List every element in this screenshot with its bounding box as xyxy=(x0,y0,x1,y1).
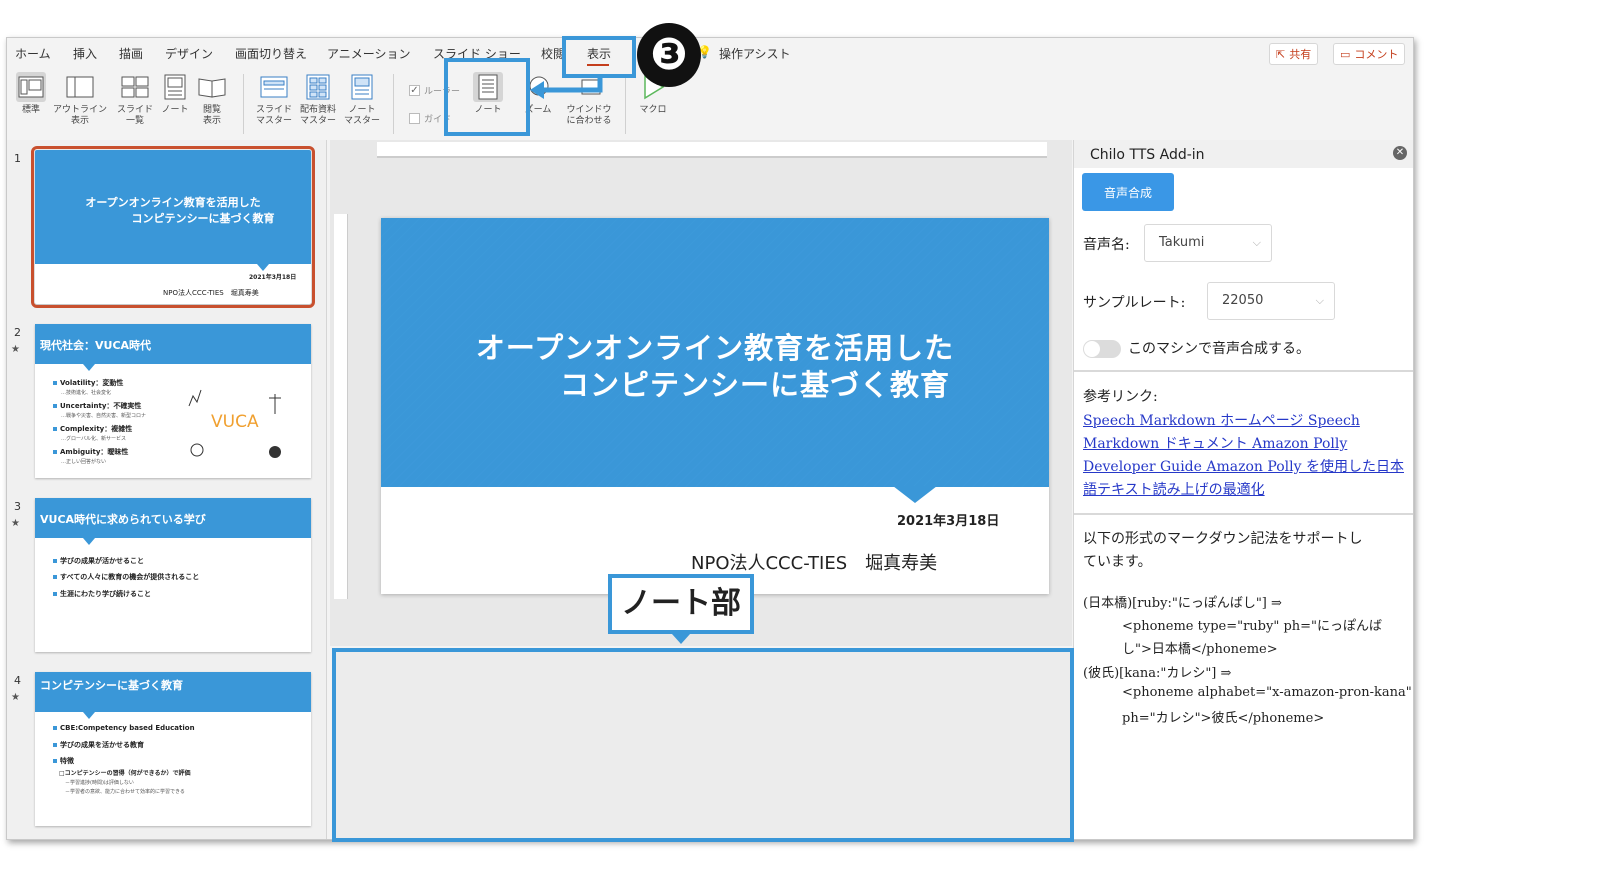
chevron-down-icon: ⌵ xyxy=(1252,236,1261,249)
share-icon: ⇱ xyxy=(1276,47,1286,61)
slide-sorter-icon xyxy=(120,72,150,102)
notes-page-button[interactable]: ノート xyxy=(159,72,191,116)
description-line: ています。 xyxy=(1083,554,1152,570)
slide-presenter: NPO法人CCC-TIES 堀真寿美 xyxy=(691,553,938,574)
share-button[interactable]: ⇱ 共有 xyxy=(1269,43,1319,65)
outline-view-icon xyxy=(65,72,95,102)
tab-animations[interactable]: アニメーション xyxy=(327,45,411,62)
normal-view-button[interactable]: 標準 xyxy=(13,72,49,116)
reference-link[interactable]: Markdown ドキュメント Amazon Polly xyxy=(1083,433,1347,453)
notes-page-icon xyxy=(160,72,190,102)
toggle-label: このマシンで音声合成する。 xyxy=(1128,341,1310,357)
example-2-output: <phoneme alphabet="x-amazon-pron-kana" xyxy=(1122,685,1412,700)
divider xyxy=(1074,513,1413,515)
reading-view-icon xyxy=(197,72,227,102)
description-line: 以下の形式のマークダウン記法をサポートし xyxy=(1083,531,1363,547)
notes-master-button[interactable]: ノート マスター xyxy=(341,72,383,127)
handout-master-button[interactable]: 配布資料 マスター xyxy=(297,72,339,127)
tab-insert[interactable]: 挿入 xyxy=(73,45,97,62)
local-synthesis-toggle[interactable] xyxy=(1083,340,1121,358)
slide-thumbnail-panel: 1 オープンオンライン教育を活用した コンピテンシーに基づく教育 2021年3月… xyxy=(7,140,327,839)
slide-number: 3 xyxy=(14,500,21,513)
vuca-illustration xyxy=(188,389,281,458)
links-label: 参考リンク: xyxy=(1083,389,1158,405)
slide-title-line-2: コンピテンシーに基づく教育 xyxy=(559,368,950,402)
slide-number: 1 xyxy=(14,152,21,165)
example-2-output: ph="カレシ">彼氏</phoneme> xyxy=(1122,711,1325,726)
reference-link[interactable]: Speech Markdown ホームページ Speech xyxy=(1083,410,1360,430)
slide-number: 4 xyxy=(14,674,21,687)
close-icon[interactable]: ✕ xyxy=(1393,146,1407,160)
label-pointer xyxy=(672,634,690,644)
reference-link[interactable]: 語テキスト読み上げの最適化 xyxy=(1083,479,1265,499)
example-1-output: し">日本橋</phoneme> xyxy=(1122,642,1278,657)
addin-task-pane: Chilo TTS Add-in ✕ 音声合成 音声名: Takumi ⌵ サンプ… xyxy=(1073,140,1413,839)
slide-date: 2021年3月18日 xyxy=(897,514,1000,529)
notes-button-highlight xyxy=(444,58,530,136)
chevron-down-icon: ⌵ xyxy=(1315,294,1324,307)
slide-thumbnail-4[interactable]: コンピテンシーに基づく教育 CBE:Competency based Educa… xyxy=(35,672,311,826)
tab-draw[interactable]: 描画 xyxy=(119,45,143,62)
slide-sorter-button[interactable]: スライド 一覧 xyxy=(113,72,157,127)
ribbon-separator xyxy=(625,74,626,134)
slide-notch xyxy=(893,486,937,503)
notes-area-highlight xyxy=(332,648,1074,842)
animation-star-icon: ★ xyxy=(11,692,20,703)
sample-rate-label: サンプルレート: xyxy=(1083,295,1186,311)
slide-thumbnail-1[interactable]: オープンオンライン教育を活用した コンピテンシーに基づく教育 2021年3月18… xyxy=(31,146,315,308)
outline-view-button[interactable]: アウトライン 表示 xyxy=(53,72,107,127)
ribbon-view: 標準 アウトライン 表示 スライド 一覧 ノート 閲覧 表示 スライド マスター… xyxy=(7,68,1413,138)
pane-title: Chilo TTS Add-in xyxy=(1090,147,1205,163)
horizontal-ruler xyxy=(377,142,1047,158)
example-1-output: <phoneme type="ruby" ph="にっぽんば xyxy=(1122,619,1383,634)
vertical-ruler xyxy=(334,214,348,599)
check-icon: ✓ xyxy=(409,85,420,96)
step-number-badge: ❸ xyxy=(637,23,701,87)
ribbon-separator xyxy=(393,74,394,134)
example-1: (日本橋)[ruby:"にっぽんばし"] ⇒ xyxy=(1083,596,1282,611)
voice-select[interactable]: Takumi ⌵ xyxy=(1144,224,1272,262)
ribbon-tabs: ホーム 挿入 描画 デザイン 画面切り替え アニメーション スライド ショー 校… xyxy=(7,38,1413,68)
tab-transitions[interactable]: 画面切り替え xyxy=(235,45,307,62)
notes-area-label: ノート部 xyxy=(608,574,754,634)
ribbon-separator xyxy=(243,74,244,134)
comment-button[interactable]: ▭ コメント xyxy=(1333,43,1406,65)
synthesize-button[interactable]: 音声合成 xyxy=(1082,173,1174,211)
slide-master-button[interactable]: スライド マスター xyxy=(253,72,295,127)
voice-label: 音声名: xyxy=(1083,237,1130,253)
normal-view-icon xyxy=(16,72,46,102)
reference-link[interactable]: Developer Guide Amazon Polly を使用した日本 xyxy=(1083,456,1404,476)
slide-master-icon xyxy=(259,72,289,102)
pane-header: Chilo TTS Add-in ✕ xyxy=(1074,140,1413,168)
sample-rate-select[interactable]: 22050 ⌵ xyxy=(1207,282,1335,320)
tab-home[interactable]: ホーム xyxy=(15,45,51,62)
slide-number: 2 xyxy=(14,326,21,339)
view-tab-highlight xyxy=(562,36,636,78)
example-2: (彼氏)[kana:"カレシ"] ⇒ xyxy=(1083,666,1232,681)
slide-thumbnail-2[interactable]: 現代社会：VUCA時代 Volatility：変動性 …技術進化、社会変化 Un… xyxy=(35,324,311,478)
notes-master-icon xyxy=(347,72,377,102)
tab-design[interactable]: デザイン xyxy=(165,45,213,62)
tab-tell-me[interactable]: 操作アシスト xyxy=(719,45,791,62)
slide-thumbnail-3[interactable]: VUCA時代に求められている学び 学びの成果が活かせること すべての人々に教育の… xyxy=(35,498,311,652)
arrow-icon xyxy=(530,78,603,99)
ruler-ticks xyxy=(377,156,1047,157)
divider xyxy=(1074,370,1413,372)
handout-master-icon xyxy=(303,72,333,102)
animation-star-icon: ★ xyxy=(11,344,20,355)
animation-star-icon: ★ xyxy=(11,518,20,529)
slide-title-line-1: オープンオンライン教育を活用した xyxy=(475,331,955,365)
current-slide[interactable]: オープンオンライン教育を活用した コンピテンシーに基づく教育 2021年3月18… xyxy=(381,218,1049,594)
reading-view-button[interactable]: 閲覧 表示 xyxy=(195,72,229,127)
comment-icon: ▭ xyxy=(1340,47,1351,61)
